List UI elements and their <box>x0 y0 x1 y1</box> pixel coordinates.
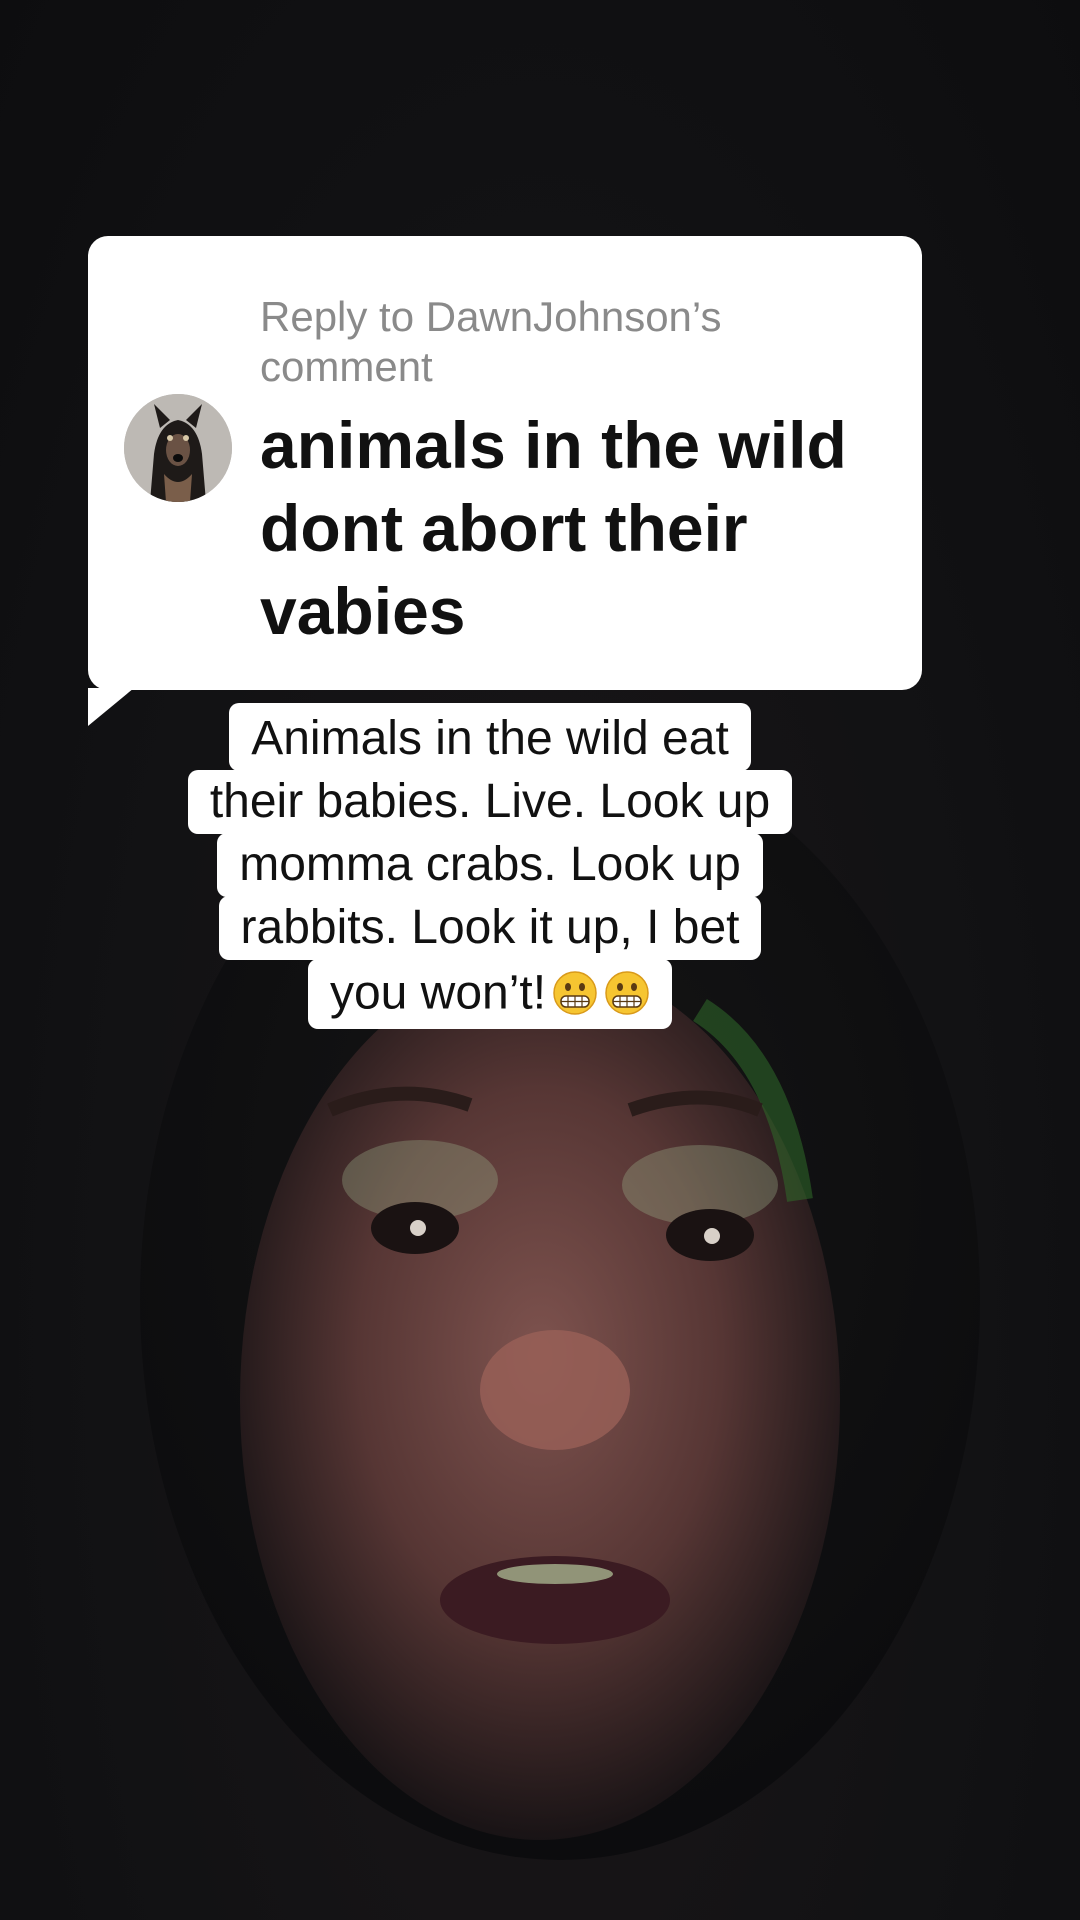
reply-header: Reply to DawnJohnson’s comment <box>260 293 722 390</box>
caption-line-last: you won’t! <box>307 959 673 1030</box>
reply-comment-bubble[interactable]: Reply to DawnJohnson’s comment animals i… <box>88 236 922 690</box>
video-caption: Animals in the wild eat their babies. Li… <box>140 703 840 1030</box>
caption-line-text: you won’t! <box>329 966 547 1020</box>
caption-line: their babies. Live. Look up <box>187 770 793 834</box>
dog-avatar-icon <box>124 394 232 502</box>
caption-line: rabbits. Look it up, I bet <box>218 896 762 960</box>
bubble-tail <box>88 688 134 726</box>
caption-line: Animals in the wild eat <box>229 703 751 771</box>
caption-line: momma crabs. Look up <box>217 833 763 897</box>
comment-text: animals in the wild dont abort their vab… <box>260 408 847 648</box>
grimacing-face-icon <box>605 971 649 1016</box>
commenter-avatar[interactable] <box>124 394 232 502</box>
grimacing-face-icon <box>553 971 597 1016</box>
